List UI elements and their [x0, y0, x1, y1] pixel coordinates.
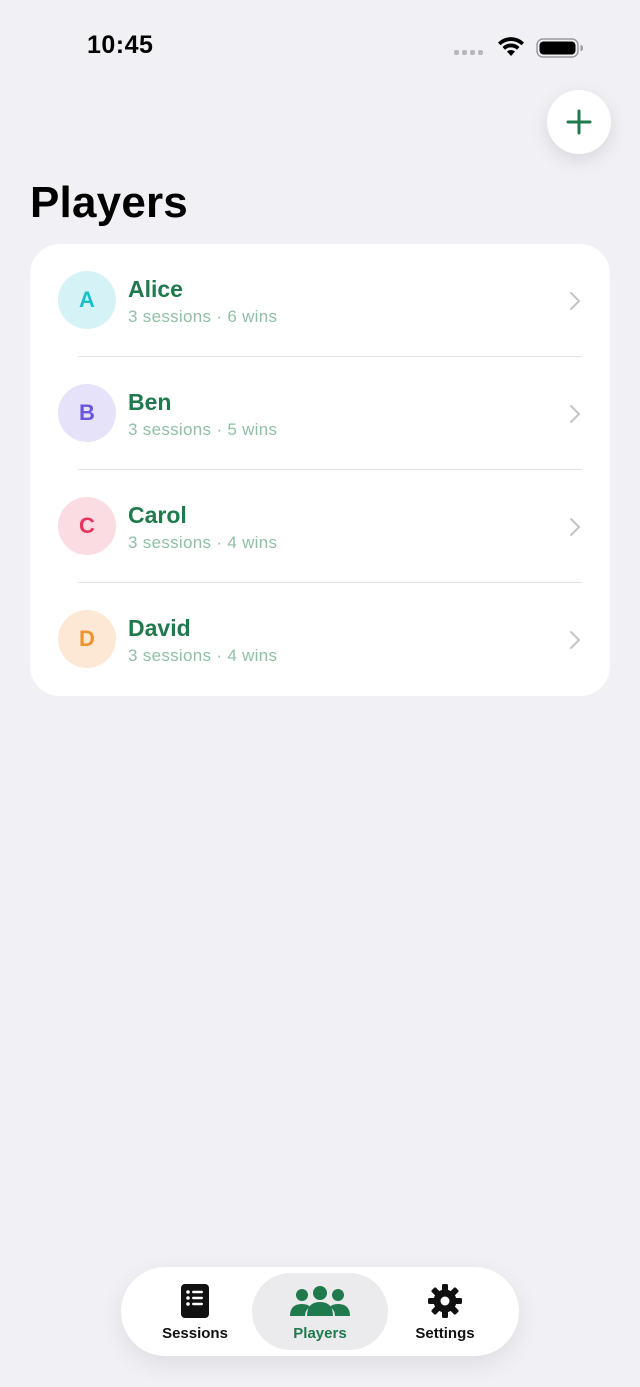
avatar: C [58, 497, 116, 555]
player-stats: 3 sessions · 6 wins [128, 307, 278, 326]
avatar-initial: D [79, 626, 95, 651]
page-title: Players [30, 178, 188, 227]
tab-label: Players [293, 1325, 347, 1342]
player-name: Alice [128, 276, 183, 302]
avatar: B [58, 384, 116, 442]
player-row-david[interactable]: D David 3 sessions · 4 wins [30, 583, 610, 696]
player-name: Ben [128, 389, 172, 415]
avatar-initial: B [79, 400, 95, 425]
tab-settings[interactable]: Settings [377, 1273, 513, 1350]
player-stats: 3 sessions · 5 wins [128, 420, 278, 439]
player-name: David [128, 615, 191, 641]
people-icon [290, 1286, 350, 1316]
player-name: Carol [128, 502, 187, 528]
tab-sessions[interactable]: Sessions [127, 1273, 263, 1350]
tab-label: Settings [415, 1325, 475, 1342]
player-row-carol[interactable]: C Carol 3 sessions · 4 wins [30, 470, 610, 583]
avatar-initial: A [79, 287, 95, 312]
plus-icon [566, 109, 592, 135]
player-row-ben[interactable]: B Ben 3 sessions · 5 wins [30, 357, 610, 470]
status-time: 10:45 [87, 31, 154, 59]
player-stats: 3 sessions · 4 wins [128, 646, 278, 665]
avatar-initial: C [79, 513, 95, 538]
gear-icon [428, 1284, 462, 1318]
list-book-icon [181, 1284, 209, 1318]
chevron-right-icon [570, 292, 580, 310]
battery-icon [536, 38, 583, 58]
tab-label: Sessions [162, 1325, 228, 1342]
tab-bar: Sessions Players Settings [121, 1267, 519, 1356]
avatar: D [58, 610, 116, 668]
wifi-icon [498, 37, 524, 56]
chevron-right-icon [570, 405, 580, 423]
player-row-alice[interactable]: A Alice 3 sessions · 6 wins [30, 244, 610, 357]
cellular-signal-icon [454, 50, 483, 55]
player-list: A Alice 3 sessions · 6 wins B Ben 3 sess… [30, 244, 610, 696]
avatar: A [58, 271, 116, 329]
chevron-right-icon [570, 518, 580, 536]
player-stats: 3 sessions · 4 wins [128, 533, 278, 552]
add-player-button[interactable] [547, 90, 611, 154]
tab-players[interactable]: Players [252, 1273, 388, 1350]
chevron-right-icon [570, 631, 580, 649]
